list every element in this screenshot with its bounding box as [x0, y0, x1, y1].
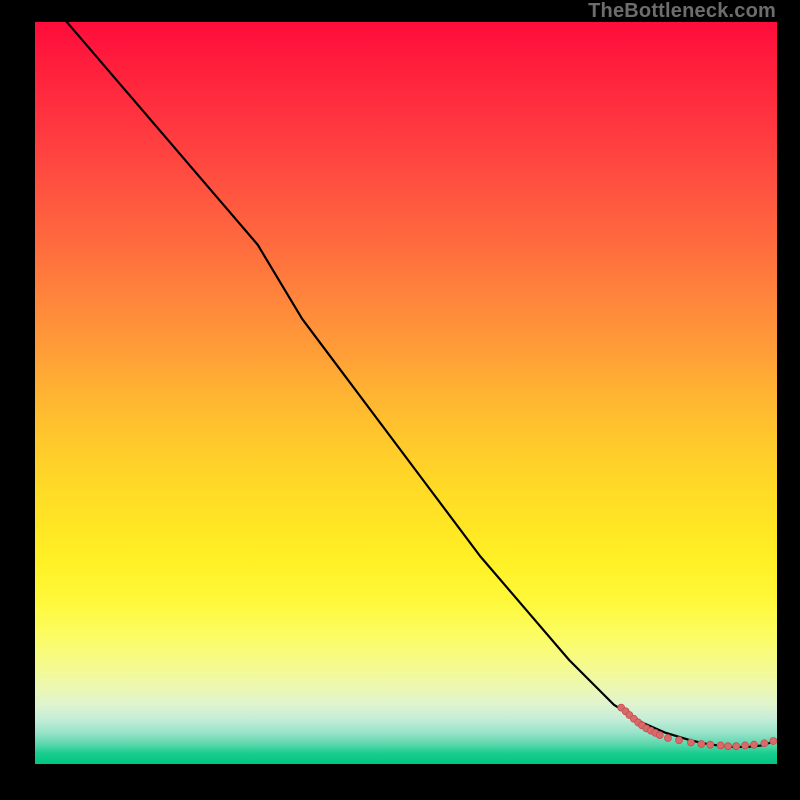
data-point	[742, 742, 749, 749]
data-point	[707, 741, 714, 748]
data-point	[770, 738, 777, 745]
plot-area	[35, 22, 777, 764]
data-point	[725, 743, 732, 750]
data-point	[698, 740, 705, 747]
chart-svg	[35, 22, 777, 764]
data-point	[664, 735, 671, 742]
watermark-text: TheBottleneck.com	[588, 0, 776, 23]
curve-path	[35, 22, 777, 747]
chart-stage: TheBottleneck.com	[0, 0, 800, 800]
data-point	[751, 741, 758, 748]
data-point	[761, 740, 768, 747]
data-point	[656, 732, 663, 739]
data-point	[676, 737, 683, 744]
data-point	[717, 742, 724, 749]
data-point	[687, 739, 694, 746]
bottleneck-curve	[35, 22, 777, 747]
data-point	[733, 743, 740, 750]
